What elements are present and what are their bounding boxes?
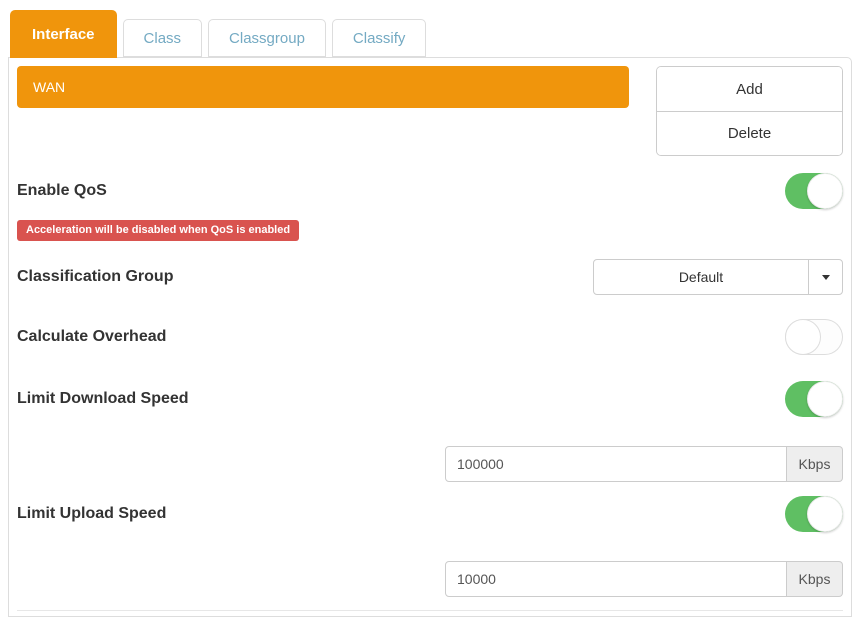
interface-tab-panel: WAN Add Delete Enable QoS Acceleration w… [8, 57, 852, 617]
limit-download-row: Limit Download Speed [17, 381, 843, 417]
interface-list-row: WAN Add Delete [17, 66, 843, 156]
download-speed-input[interactable] [445, 446, 787, 482]
download-speed-input-row: Kbps [17, 446, 843, 482]
enable-qos-toggle[interactable] [785, 173, 843, 209]
limit-upload-label: Limit Upload Speed [17, 505, 166, 523]
upload-speed-unit: Kbps [787, 561, 843, 597]
tab-interface[interactable]: Interface [10, 10, 117, 58]
toggle-knob [807, 381, 843, 417]
tab-bar: Interface Class Classgroup Classify [0, 0, 858, 57]
enable-qos-row: Enable QoS [17, 173, 843, 209]
calculate-overhead-toggle[interactable] [785, 319, 843, 355]
section-divider [17, 610, 843, 611]
upload-speed-input[interactable] [445, 561, 787, 597]
delete-button[interactable]: Delete [657, 111, 842, 155]
selected-option-label: Default [594, 260, 808, 294]
tab-classify[interactable]: Classify [332, 19, 427, 57]
qos-warning-badge: Acceleration will be disabled when QoS i… [17, 220, 299, 241]
qos-warning-row: Acceleration will be disabled when QoS i… [17, 220, 843, 241]
chevron-down-icon [808, 260, 842, 294]
download-speed-input-group: Kbps [445, 446, 843, 482]
add-button[interactable]: Add [657, 67, 842, 111]
classification-group-label: Classification Group [17, 268, 173, 286]
limit-upload-toggle[interactable] [785, 496, 843, 532]
upload-speed-input-group: Kbps [445, 561, 843, 597]
limit-download-toggle[interactable] [785, 381, 843, 417]
limit-upload-row: Limit Upload Speed [17, 496, 843, 532]
limit-download-label: Limit Download Speed [17, 390, 189, 408]
calculate-overhead-label: Calculate Overhead [17, 328, 166, 346]
calculate-overhead-row: Calculate Overhead [17, 319, 843, 355]
tab-classgroup[interactable]: Classgroup [208, 19, 326, 57]
download-speed-unit: Kbps [787, 446, 843, 482]
interface-item-wan[interactable]: WAN [17, 66, 629, 108]
toggle-knob [785, 319, 821, 355]
interface-actions: Add Delete [656, 66, 843, 156]
upload-speed-input-row: Kbps [17, 561, 843, 597]
classification-group-select[interactable]: Default [593, 259, 843, 295]
classification-group-row: Classification Group Default [17, 259, 843, 295]
toggle-knob [807, 496, 843, 532]
enable-qos-label: Enable QoS [17, 182, 107, 200]
toggle-knob [807, 173, 843, 209]
tab-class[interactable]: Class [123, 19, 203, 57]
